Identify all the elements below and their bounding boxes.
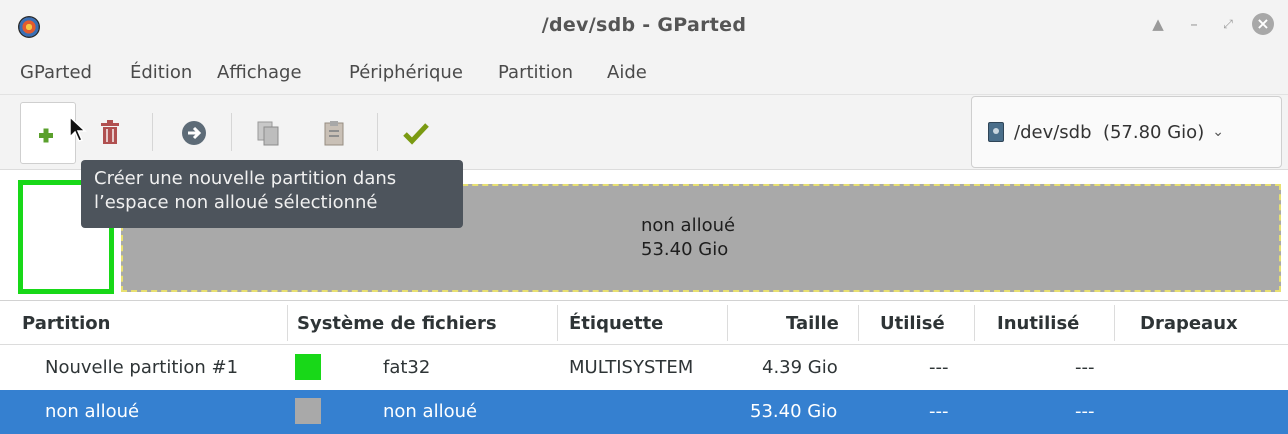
- filesystem-color-swatch: [295, 398, 321, 424]
- tooltip: Créer une nouvelle partition dans l’espa…: [81, 160, 463, 228]
- title-bar: /dev/sdb - GParted ▲ – ⤢ ×: [0, 0, 1288, 50]
- apply-button[interactable]: [388, 102, 444, 164]
- shade-window-icon[interactable]: ▲: [1146, 12, 1170, 36]
- column-separator: [557, 305, 558, 341]
- filesystem-color-swatch: [295, 354, 321, 380]
- menu-peripherique[interactable]: Périphérique: [349, 62, 463, 83]
- column-separator: [1114, 305, 1115, 341]
- column-separator: [858, 305, 859, 341]
- cell-label: MULTISYSTEM: [569, 357, 694, 378]
- col-flags[interactable]: Drapeaux: [1140, 313, 1238, 334]
- toolbar-separator: [377, 113, 378, 151]
- cell-size: 53.40 Gio: [750, 401, 838, 422]
- col-used[interactable]: Utilisé: [880, 313, 945, 334]
- table-row-selected[interactable]: non alloué non alloué 53.40 Gio --- ---: [0, 390, 1288, 434]
- menu-gparted[interactable]: GParted: [20, 62, 92, 83]
- close-window-button[interactable]: ×: [1252, 13, 1274, 35]
- window-title: /dev/sdb - GParted: [541, 14, 747, 36]
- column-separator: [974, 305, 975, 341]
- col-label[interactable]: Étiquette: [569, 313, 663, 334]
- cell-filesystem: non alloué: [383, 401, 478, 422]
- cell-used: ---: [929, 401, 949, 422]
- col-partition[interactable]: Partition: [22, 313, 110, 334]
- cell-partition: Nouvelle partition #1: [45, 357, 239, 378]
- new-partition-icon: [39, 128, 53, 143]
- resize-move-icon: [182, 121, 206, 145]
- col-unused[interactable]: Inutilisé: [997, 313, 1079, 334]
- paste-icon: [324, 121, 344, 146]
- menu-partition[interactable]: Partition: [498, 62, 573, 83]
- partition-table: Partition Système de fichiers Étiquette …: [0, 300, 1288, 434]
- paste-button[interactable]: [306, 102, 362, 164]
- maximize-window-icon[interactable]: ⤢: [1216, 12, 1240, 36]
- mouse-cursor-icon: [69, 116, 87, 142]
- unallocated-size: 53.40 Gio: [641, 239, 729, 260]
- unallocated-block-text: non alloué 53.40 Gio: [641, 214, 735, 262]
- cell-unused: ---: [1075, 357, 1095, 378]
- apply-icon: [403, 123, 429, 145]
- cell-size: 4.39 Gio: [762, 357, 838, 378]
- menu-bar: GParted Édition Affichage Périphérique P…: [0, 50, 1288, 94]
- resize-move-button[interactable]: [166, 102, 222, 164]
- menu-affichage[interactable]: Affichage: [217, 62, 302, 83]
- table-row[interactable]: Nouvelle partition #1 fat32 MULTISYSTEM …: [0, 346, 1288, 390]
- copy-button[interactable]: [240, 102, 296, 164]
- copy-icon: [257, 121, 279, 146]
- cell-partition: non alloué: [45, 401, 140, 422]
- minimize-window-icon[interactable]: –: [1182, 12, 1206, 36]
- table-header: Partition Système de fichiers Étiquette …: [0, 301, 1288, 345]
- delete-partition-button[interactable]: [82, 102, 138, 164]
- device-selector-label: /dev/sdb (57.80 Gio): [1014, 121, 1205, 143]
- tooltip-line-2: l’espace non alloué sélectionné: [94, 192, 378, 213]
- chevron-down-icon: ⌄: [1212, 124, 1224, 140]
- col-filesystem[interactable]: Système de fichiers: [297, 313, 497, 334]
- toolbar-separator: [231, 113, 232, 151]
- col-size[interactable]: Taille: [786, 313, 839, 334]
- toolbar-separator: [152, 113, 153, 151]
- device-selector[interactable]: /dev/sdb (57.80 Gio) ⌄: [971, 96, 1282, 168]
- menu-edition[interactable]: Édition: [130, 62, 192, 83]
- unallocated-label: non alloué: [641, 215, 736, 236]
- cell-unused: ---: [1075, 401, 1095, 422]
- cell-filesystem: fat32: [383, 357, 431, 378]
- menu-aide[interactable]: Aide: [607, 62, 647, 83]
- tooltip-line-1: Créer une nouvelle partition dans: [94, 168, 397, 189]
- disk-icon: [988, 122, 1004, 142]
- delete-icon: [101, 120, 119, 144]
- cell-used: ---: [929, 357, 949, 378]
- column-separator: [287, 305, 288, 341]
- column-separator: [727, 305, 728, 341]
